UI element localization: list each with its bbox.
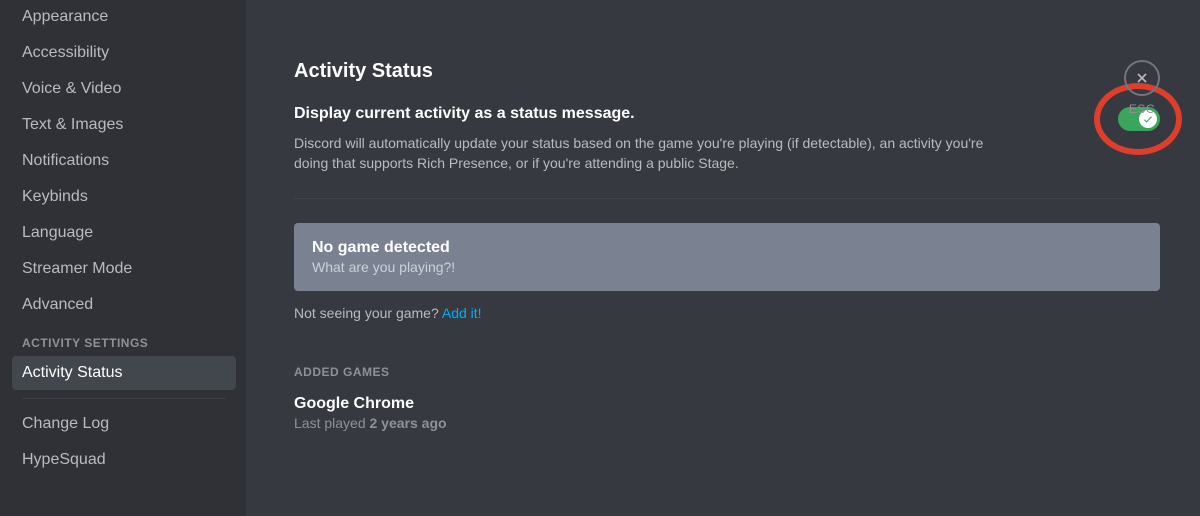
sidebar-item-activity-status[interactable]: Activity Status bbox=[12, 356, 236, 390]
added-game-lastplayed: Last played 2 years ago bbox=[294, 415, 1160, 431]
hint-text: Not seeing your game? bbox=[294, 305, 442, 321]
sidebar-divider bbox=[22, 398, 226, 399]
close-area: ESC bbox=[1124, 60, 1160, 116]
added-game-name: Google Chrome bbox=[294, 395, 1160, 413]
sidebar-item-text-images[interactable]: Text & Images bbox=[12, 108, 236, 142]
close-icon bbox=[1134, 70, 1150, 86]
sidebar-item-language[interactable]: Language bbox=[12, 216, 236, 250]
add-it-link[interactable]: Add it! bbox=[442, 305, 482, 321]
settings-sidebar: Appearance Accessibility Voice & Video T… bbox=[0, 0, 246, 516]
page-title: Activity Status bbox=[294, 60, 1160, 83]
add-game-hint: Not seeing your game? Add it! bbox=[294, 305, 1160, 321]
sidebar-item-streamer-mode[interactable]: Streamer Mode bbox=[12, 252, 236, 286]
display-activity-setting: Display current activity as a status mes… bbox=[294, 105, 1160, 174]
current-game-box: No game detected What are you playing?! bbox=[294, 223, 1160, 291]
divider bbox=[294, 198, 1160, 199]
added-games-header: ADDED GAMES bbox=[294, 365, 1160, 379]
sidebar-item-keybinds[interactable]: Keybinds bbox=[12, 180, 236, 214]
sidebar-item-notifications[interactable]: Notifications bbox=[12, 144, 236, 178]
settings-content: Activity Status Display current activity… bbox=[246, 0, 1200, 516]
sidebar-section-header-activity: ACTIVITY SETTINGS bbox=[12, 324, 236, 356]
no-game-title: No game detected bbox=[312, 239, 1142, 257]
sidebar-item-change-log[interactable]: Change Log bbox=[12, 407, 236, 441]
sidebar-item-voice-video[interactable]: Voice & Video bbox=[12, 72, 236, 106]
sidebar-item-accessibility[interactable]: Accessibility bbox=[12, 36, 236, 70]
sidebar-item-hypesquad[interactable]: HypeSquad bbox=[12, 443, 236, 477]
no-game-subtitle: What are you playing?! bbox=[312, 259, 1142, 275]
close-button[interactable] bbox=[1124, 60, 1160, 96]
sidebar-item-advanced[interactable]: Advanced bbox=[12, 288, 236, 322]
close-label: ESC bbox=[1124, 102, 1160, 116]
setting-description: Discord will automatically update your s… bbox=[294, 133, 1014, 174]
added-game-row: Google Chrome Last played 2 years ago bbox=[294, 395, 1160, 431]
sidebar-item-appearance[interactable]: Appearance bbox=[12, 0, 236, 34]
setting-label: Display current activity as a status mes… bbox=[294, 105, 1014, 123]
